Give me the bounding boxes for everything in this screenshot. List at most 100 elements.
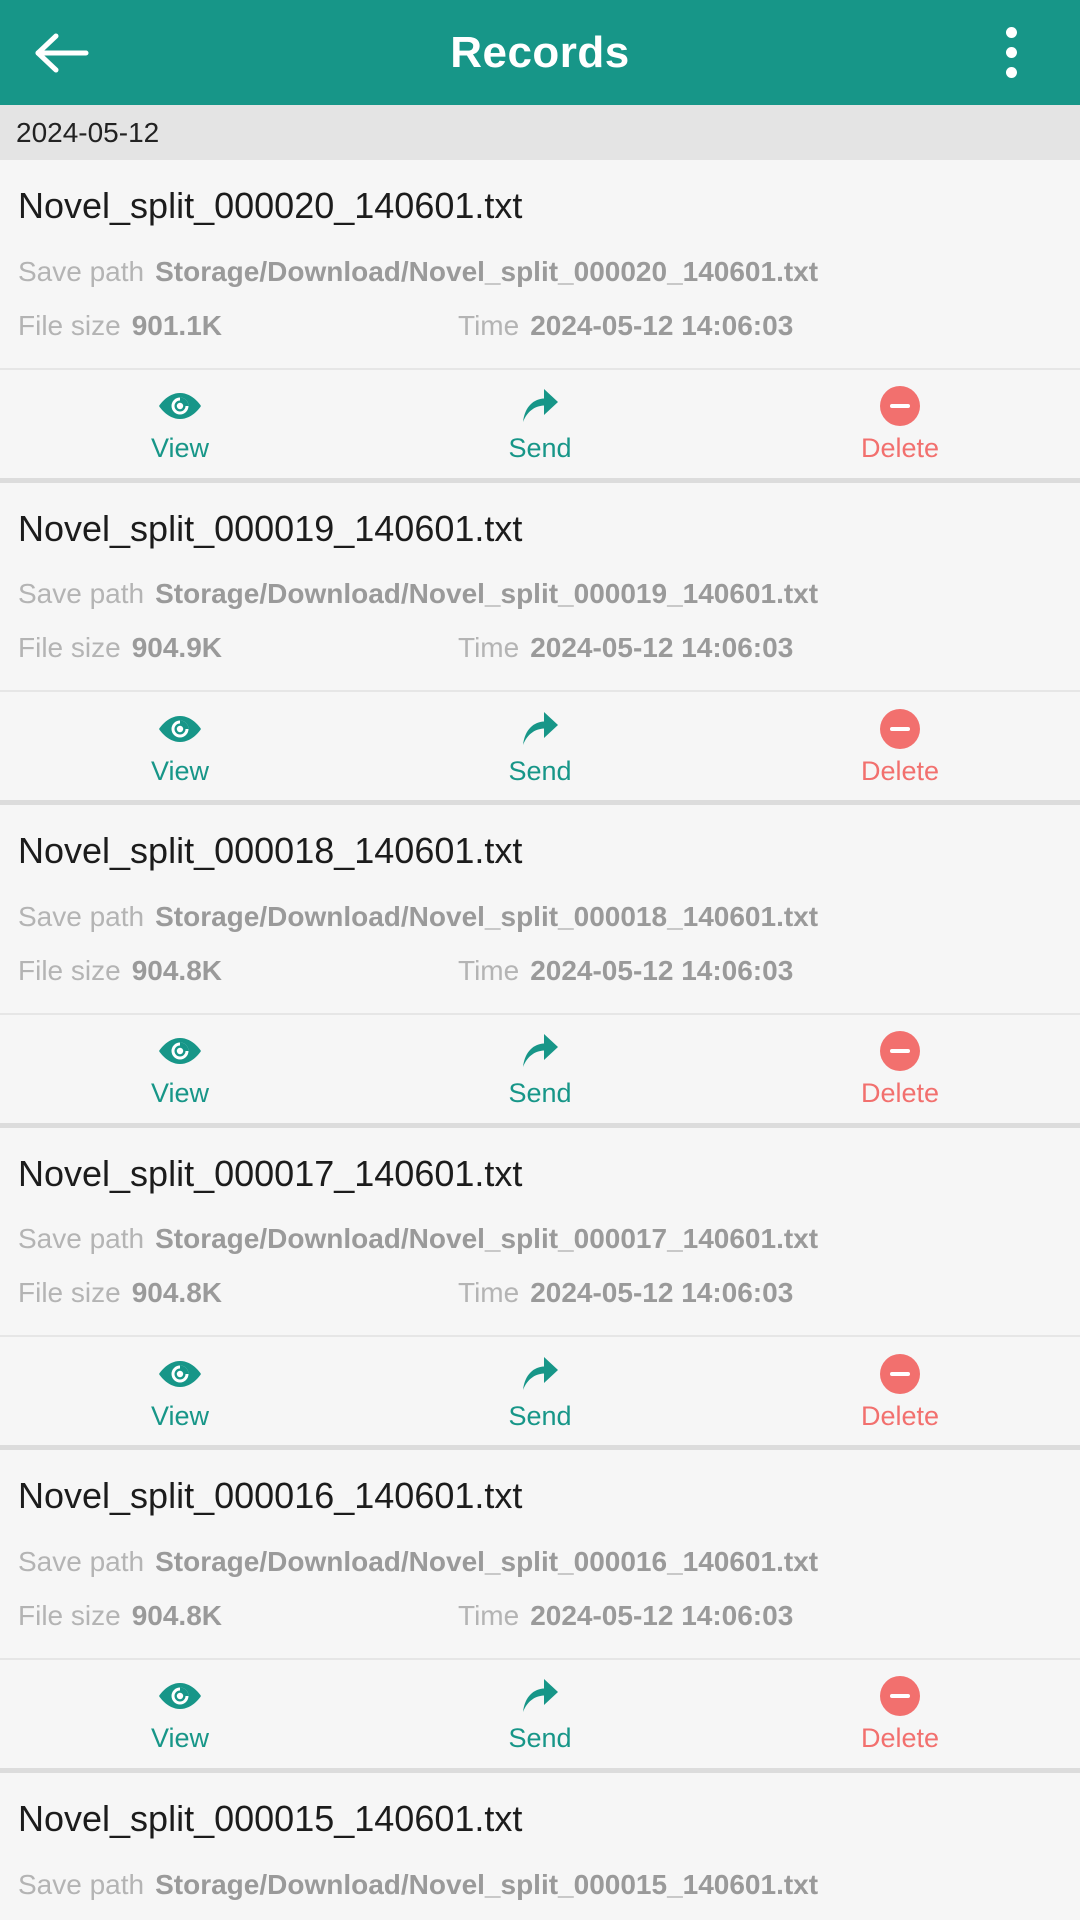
eye-icon xyxy=(157,385,203,427)
eye-icon xyxy=(157,1353,203,1395)
view-button[interactable]: View xyxy=(0,1660,360,1768)
overflow-menu-button[interactable] xyxy=(976,15,1046,91)
record-file-name: Novel_split_000017_140601.txt xyxy=(18,1152,523,1194)
time-value: 2024-05-12 14:06:03 xyxy=(530,1599,794,1631)
time-label: Time xyxy=(458,954,520,986)
share-arrow-icon xyxy=(519,1353,561,1395)
eye-icon xyxy=(157,708,203,750)
delete-label: Delete xyxy=(860,1078,940,1109)
time-value: 2024-05-12 14:06:03 xyxy=(530,632,794,664)
time-label: Time xyxy=(458,1277,520,1309)
record-file-name: Novel_split_000019_140601.txt xyxy=(18,507,523,549)
minus-circle-icon xyxy=(880,1353,920,1395)
record-card[interactable]: Novel_split_000016_140601.txt Save path … xyxy=(0,1450,1080,1773)
send-label: Send xyxy=(508,1723,572,1754)
view-button[interactable]: View xyxy=(0,1337,360,1445)
view-label: View xyxy=(150,1078,210,1109)
records-list[interactable]: Novel_split_000020_140601.txt Save path … xyxy=(0,160,1080,1920)
page-title: Records xyxy=(450,27,630,77)
time-group: Time 2024-05-12 14:06:03 xyxy=(458,632,793,664)
send-label: Send xyxy=(508,433,572,464)
save-path-label: Save path xyxy=(18,255,145,287)
send-label: Send xyxy=(508,1078,572,1109)
record-details: Novel_split_000016_140601.txt Save path … xyxy=(0,1450,1080,1658)
record-path-row: Save path Storage/Download/Novel_split_0… xyxy=(18,901,1062,933)
record-card[interactable]: Novel_split_000017_140601.txt Save path … xyxy=(0,1127,1080,1451)
record-size-time-row: File size 904.8K Time 2024-05-12 14:06:0… xyxy=(18,1600,1062,1632)
record-card[interactable]: Novel_split_000019_140601.txt Save path … xyxy=(0,482,1080,806)
save-path-value: Storage/Download/Novel_split_000016_1406… xyxy=(155,1545,819,1577)
record-size-time-row: File size 904.8K Time 2024-05-12 14:06:0… xyxy=(18,1277,1062,1309)
file-size-value: 904.8K xyxy=(131,1599,222,1631)
file-size-value: 904.9K xyxy=(131,632,222,664)
overflow-menu-icon xyxy=(1005,47,1017,58)
time-group: Time 2024-05-12 14:06:03 xyxy=(458,1600,793,1632)
delete-button[interactable]: Delete xyxy=(720,370,1080,478)
view-button[interactable]: View xyxy=(0,1015,360,1123)
file-size-group: File size 901.1K xyxy=(18,310,458,342)
record-size-time-row: File size 904.8K Time 2024-05-12 14:06:0… xyxy=(18,955,1062,987)
record-file-name: Novel_split_000016_140601.txt xyxy=(18,1475,523,1517)
send-button[interactable]: Send xyxy=(360,1015,720,1123)
file-size-label: File size xyxy=(18,954,121,986)
file-size-group: File size 904.9K xyxy=(18,632,458,664)
record-actions: View Send Delete xyxy=(0,1335,1080,1445)
save-path-label: Save path xyxy=(18,1868,145,1900)
app-bar: Records xyxy=(0,0,1080,105)
date-section-header: 2024-05-12 xyxy=(0,105,1080,160)
arrow-left-icon xyxy=(35,33,89,72)
send-button[interactable]: Send xyxy=(360,370,720,478)
record-size-time-row: File size 904.9K Time 2024-05-12 14:06:0… xyxy=(18,632,1062,664)
send-button[interactable]: Send xyxy=(360,1337,720,1445)
back-button[interactable] xyxy=(34,15,110,91)
view-button[interactable]: View xyxy=(0,370,360,478)
record-card[interactable]: Novel_split_000018_140601.txt Save path … xyxy=(0,805,1080,1128)
share-arrow-icon xyxy=(519,1030,561,1072)
send-button[interactable]: Send xyxy=(360,692,720,800)
record-path-row: Save path Storage/Download/Novel_split_0… xyxy=(18,1546,1062,1578)
delete-button[interactable]: Delete xyxy=(720,1337,1080,1445)
save-path-label: Save path xyxy=(18,1223,145,1255)
eye-icon xyxy=(157,1030,203,1072)
save-path-value: Storage/Download/Novel_split_000017_1406… xyxy=(155,1223,819,1255)
minus-circle-icon xyxy=(880,1030,920,1072)
delete-button[interactable]: Delete xyxy=(720,692,1080,800)
delete-button[interactable]: Delete xyxy=(720,1660,1080,1768)
file-size-group: File size 904.8K xyxy=(18,955,458,987)
file-size-label: File size xyxy=(18,1277,121,1309)
save-path-value: Storage/Download/Novel_split_000018_1406… xyxy=(155,900,819,932)
record-file-name: Novel_split_000020_140601.txt xyxy=(18,185,523,226)
eye-icon xyxy=(157,1675,203,1717)
share-arrow-icon xyxy=(519,1675,561,1717)
delete-label: Delete xyxy=(860,1723,940,1754)
delete-label: Delete xyxy=(860,1400,940,1431)
record-size-time-row: File size 901.1K Time 2024-05-12 14:06:0… xyxy=(18,310,1062,342)
file-size-group: File size 904.8K xyxy=(18,1600,458,1632)
record-card[interactable]: Novel_split_000015_140601.txt Save path … xyxy=(0,1772,1080,1920)
send-label: Send xyxy=(508,1400,572,1431)
save-path-value: Storage/Download/Novel_split_000015_1406… xyxy=(155,1868,819,1900)
time-value: 2024-05-12 14:06:03 xyxy=(530,954,794,986)
view-button[interactable]: View xyxy=(0,692,360,800)
record-actions: View Send Delete xyxy=(0,690,1080,800)
record-details: Novel_split_000020_140601.txt Save path … xyxy=(0,160,1080,368)
time-label: Time xyxy=(458,1599,520,1631)
record-path-row: Save path Storage/Download/Novel_split_0… xyxy=(18,1869,1062,1901)
record-file-name: Novel_split_000018_140601.txt xyxy=(18,830,523,872)
send-button[interactable]: Send xyxy=(360,1660,720,1768)
delete-label: Delete xyxy=(860,433,940,464)
delete-button[interactable]: Delete xyxy=(720,1015,1080,1123)
time-group: Time 2024-05-12 14:06:03 xyxy=(458,310,793,342)
record-details: Novel_split_000019_140601.txt Save path … xyxy=(0,483,1080,691)
file-size-label: File size xyxy=(18,1599,121,1631)
record-path-row: Save path Storage/Download/Novel_split_0… xyxy=(18,1223,1062,1255)
view-label: View xyxy=(150,1723,210,1754)
date-label: 2024-05-12 xyxy=(16,116,160,148)
record-card[interactable]: Novel_split_000020_140601.txt Save path … xyxy=(0,160,1080,483)
save-path-label: Save path xyxy=(18,900,145,932)
time-value: 2024-05-12 14:06:03 xyxy=(530,309,794,341)
time-group: Time 2024-05-12 14:06:03 xyxy=(458,1277,793,1309)
save-path-value: Storage/Download/Novel_split_000019_1406… xyxy=(155,578,819,610)
time-value: 2024-05-12 14:06:03 xyxy=(530,1277,794,1309)
record-details: Novel_split_000017_140601.txt Save path … xyxy=(0,1128,1080,1336)
